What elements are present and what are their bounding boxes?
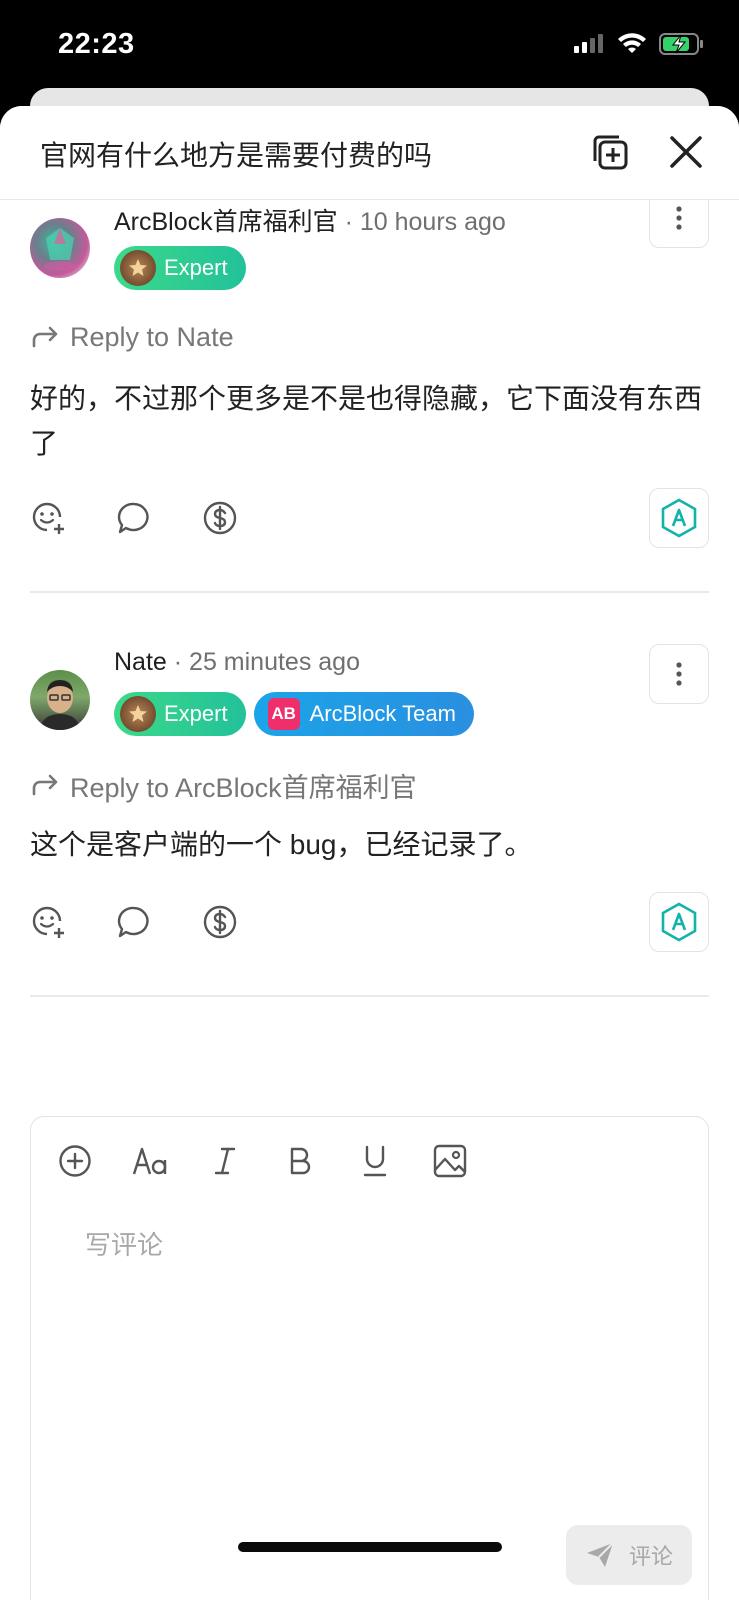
home-indicator [238, 1542, 502, 1552]
author-name[interactable]: ArcBlock首席福利官 [114, 208, 338, 236]
close-icon [669, 135, 703, 169]
comment-editor: 写评论 评论 [30, 1116, 709, 1600]
tip-button[interactable] [202, 500, 238, 536]
comment-item: ArcBlock首席福利官 · 10 hours ago Expert Repl… [30, 188, 709, 600]
comment-meta: Nate · 25 minutes ago [114, 648, 360, 677]
badge-label: ArcBlock Team [309, 701, 456, 726]
comment-input[interactable]: 写评论 [85, 1225, 163, 1262]
comment-divider [30, 591, 709, 593]
sheet-title: 官网有什么地方是需要付费的吗 [40, 140, 433, 171]
wifi-icon [617, 33, 647, 55]
insert-image-button[interactable] [430, 1141, 470, 1181]
tip-button[interactable] [202, 904, 238, 940]
comment-time: · 10 hours ago [344, 208, 506, 236]
reply-to-link[interactable]: Reply to ArcBlock首席福利官 [30, 766, 417, 805]
author-name[interactable]: Nate [114, 648, 167, 676]
image-icon [433, 1144, 467, 1178]
underline-icon [362, 1145, 388, 1177]
close-button[interactable] [664, 130, 708, 174]
bold-button[interactable] [280, 1141, 320, 1181]
avatar[interactable] [30, 670, 90, 730]
sheet-header: 官网有什么地方是需要付费的吗 [0, 106, 739, 200]
arcblock-hexagon-icon [661, 902, 697, 942]
submit-label: 评论 [628, 1544, 673, 1569]
arcblock-action-button[interactable] [649, 892, 709, 952]
reply-to-text: Reply to Nate [70, 322, 234, 352]
arcblock-action-button[interactable] [649, 488, 709, 548]
more-vertical-icon [676, 662, 682, 686]
emoji-add-icon [30, 500, 66, 536]
emoji-add-icon [30, 904, 66, 940]
more-vertical-icon [676, 206, 682, 230]
battery-charging-icon [659, 32, 705, 56]
submit-comment-button[interactable]: 评论 [566, 1525, 692, 1585]
comment-meta: ArcBlock首席福利官 · 10 hours ago [114, 202, 506, 238]
badge-label: Expert [164, 255, 228, 280]
copy-add-icon [591, 133, 629, 171]
arcblock-team-logo: AB [267, 698, 300, 730]
comments-sheet: 官网有什么地方是需要付费的吗 ArcBlock首席福利官 · 10 hours … [0, 106, 739, 1600]
cellular-signal-icon [573, 34, 605, 54]
reply-button[interactable] [116, 904, 152, 940]
more-options-button[interactable] [649, 644, 709, 704]
text-style-icon [132, 1146, 168, 1176]
badge-label: Expert [164, 701, 228, 726]
badge-list: Expert AB ArcBlock Team [114, 692, 474, 736]
expert-badge: Expert [114, 692, 246, 736]
add-reaction-button[interactable] [30, 500, 66, 536]
add-reaction-button[interactable] [30, 904, 66, 940]
team-badge: AB ArcBlock Team [253, 692, 474, 736]
comment-body: 好的，不过那个更多是不是也得隐藏，它下面没有东西了 [30, 383, 703, 459]
expert-medal-icon [120, 696, 156, 732]
status-time: 22:23 [58, 28, 135, 60]
expert-badge: Expert [114, 246, 246, 290]
text-style-button[interactable] [130, 1141, 170, 1181]
expert-medal-icon [120, 250, 156, 286]
editor-toolbar [55, 1141, 505, 1181]
insert-button[interactable] [55, 1141, 95, 1181]
arcblock-hexagon-icon [661, 498, 697, 538]
chat-bubble-icon [116, 904, 152, 940]
avatar[interactable] [30, 218, 90, 278]
bold-icon [288, 1146, 312, 1176]
comment-actions [30, 904, 288, 940]
badge-list: Expert [114, 246, 246, 290]
reply-button[interactable] [116, 500, 152, 536]
reply-to-link[interactable]: Reply to Nate [30, 322, 234, 353]
dollar-coin-icon [202, 500, 238, 536]
status-bar: 22:23 [0, 0, 739, 100]
comment-divider [30, 995, 709, 997]
italic-button[interactable] [205, 1141, 245, 1181]
status-icons [573, 32, 705, 56]
underline-button[interactable] [355, 1141, 395, 1181]
copy-add-button[interactable] [588, 130, 632, 174]
send-icon [585, 1541, 615, 1569]
comment-time: · 25 minutes ago [173, 648, 360, 676]
reply-to-text: Reply to ArcBlock首席福利官 [70, 773, 417, 803]
comment-item: Nate · 25 minutes ago Expert AB ArcBlock… [30, 644, 709, 1024]
dollar-coin-icon [202, 904, 238, 940]
reply-arrow-icon [30, 326, 60, 350]
comment-actions [30, 500, 288, 536]
italic-icon [213, 1146, 237, 1176]
comment-body: 这个是客户端的一个 bug，已经记录了。 [30, 829, 533, 860]
reply-arrow-icon [30, 774, 60, 798]
add-icon [58, 1144, 92, 1178]
chat-bubble-icon [116, 500, 152, 536]
